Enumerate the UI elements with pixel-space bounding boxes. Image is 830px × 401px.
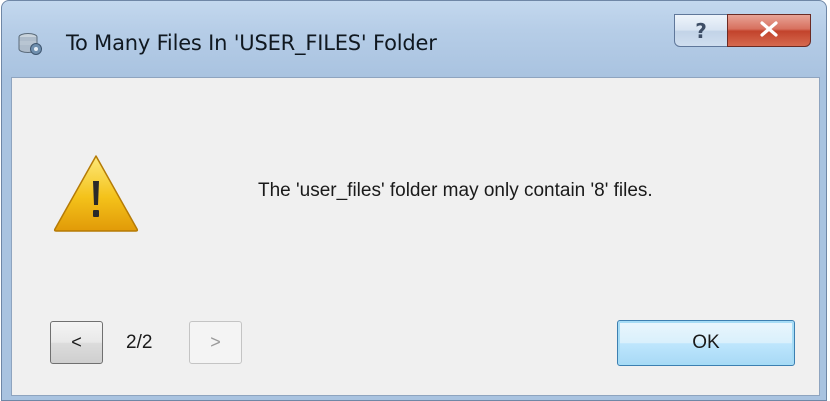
- database-settings-icon: [17, 32, 43, 56]
- dialog-content: The 'user_files' folder may only contain…: [11, 77, 820, 396]
- window-title: To Many Files In 'USER_FILES' Folder: [66, 31, 437, 55]
- warning-icon: [52, 153, 140, 233]
- title-bar[interactable]: To Many Files In 'USER_FILES' Folder ?: [2, 1, 826, 77]
- next-button[interactable]: >: [189, 321, 242, 364]
- previous-button[interactable]: <: [50, 321, 103, 364]
- ok-button[interactable]: OK: [617, 320, 795, 366]
- warning-message: The 'user_files' folder may only contain…: [258, 180, 653, 201]
- page-indicator: 2/2: [126, 332, 153, 353]
- close-button[interactable]: [727, 14, 811, 47]
- help-button[interactable]: ?: [674, 14, 728, 47]
- close-icon: [758, 20, 780, 42]
- dialog-window: To Many Files In 'USER_FILES' Folder ? T…: [1, 0, 827, 401]
